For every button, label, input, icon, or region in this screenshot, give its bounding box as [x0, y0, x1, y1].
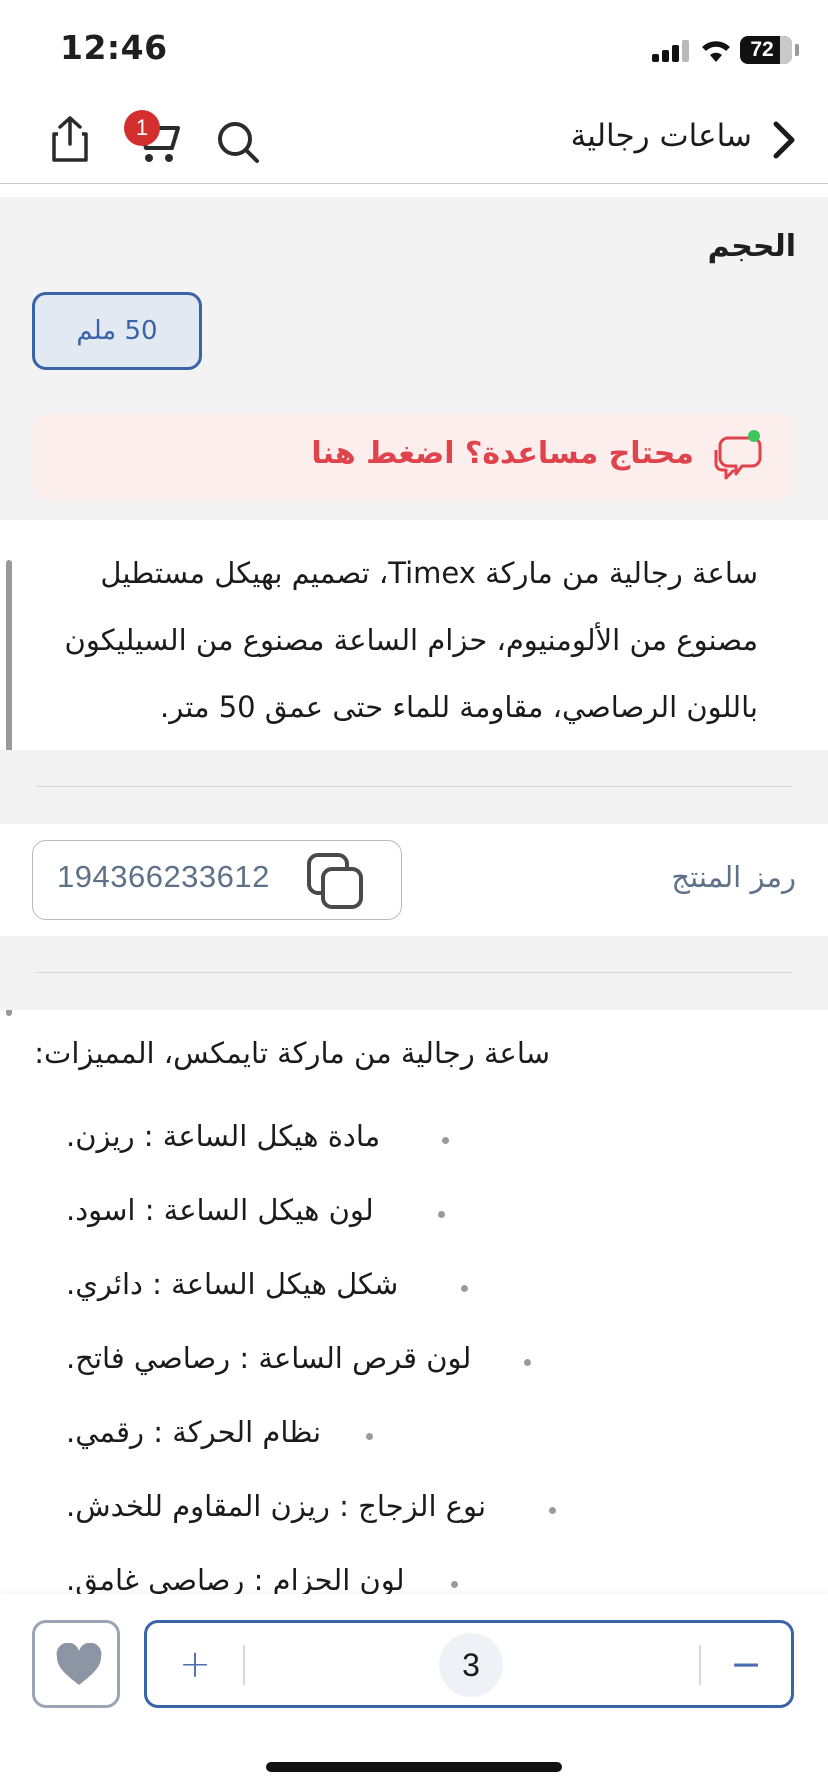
- battery-cap: [795, 44, 799, 56]
- nav-bar: ساعات رجالية 1: [0, 100, 828, 184]
- list-item: شكل هيكل الساعة : دائري.: [0, 1259, 828, 1319]
- favorite-button[interactable]: [32, 1620, 120, 1708]
- quantity-stepper: + 3 −: [144, 1620, 794, 1708]
- feature-text: نظام الحركة : رقمي.: [66, 1415, 322, 1449]
- increase-quantity-button[interactable]: +: [147, 1623, 243, 1705]
- product-code-label: رمز المنتج: [671, 860, 796, 894]
- feature-text: شكل هيكل الساعة : دائري.: [66, 1267, 399, 1301]
- product-code-row: رمز المنتج 194366233612: [0, 824, 828, 936]
- heart-icon: [56, 1643, 102, 1685]
- product-code-box[interactable]: 194366233612: [32, 840, 402, 920]
- divider: [243, 1645, 245, 1685]
- section-separator: [0, 936, 828, 1010]
- bullet-icon: [442, 1137, 449, 1144]
- battery-level: 72: [750, 38, 774, 61]
- help-banner-text: محتاج مساعدة؟ اضغط هنا: [311, 436, 694, 471]
- cart-count-badge: 1: [124, 110, 160, 146]
- product-description: ساعة رجالية من ماركة Timex، تصميم بهيكل …: [28, 540, 758, 741]
- share-icon[interactable]: [50, 114, 90, 164]
- wifi-icon: [702, 41, 730, 62]
- cellular-signal-icon: [652, 40, 692, 62]
- bullet-icon: [461, 1285, 468, 1292]
- quantity-value[interactable]: 3: [439, 1633, 503, 1697]
- help-banner[interactable]: محتاج مساعدة؟ اضغط هنا: [32, 414, 794, 500]
- list-item: نظام الحركة : رقمي.: [0, 1407, 828, 1467]
- search-icon[interactable]: [214, 118, 262, 166]
- home-indicator: [266, 1762, 562, 1772]
- bullet-icon: [438, 1211, 445, 1218]
- size-section: الحجم 50 ملم محتاج مساعدة؟ اضغط هنا: [0, 197, 828, 520]
- status-bar: 12:46 72: [0, 0, 828, 100]
- chat-bubble-icon: [714, 430, 762, 480]
- size-option-selected[interactable]: 50 ملم: [32, 292, 202, 370]
- feature-text: لون الحزام : رصاصي غامق.: [66, 1563, 405, 1597]
- list-item: نوع الزجاج : ريزن المقاوم للخدش.: [0, 1481, 828, 1541]
- decrease-quantity-button[interactable]: −: [701, 1623, 791, 1705]
- bullet-icon: [524, 1359, 531, 1366]
- features-title: ساعة رجالية من ماركة تايمكس، المميزات:: [34, 1036, 550, 1070]
- bullet-icon: [366, 1433, 373, 1440]
- chevron-back-icon[interactable]: [764, 116, 804, 164]
- product-code-value: 194366233612: [57, 859, 270, 894]
- copy-icon[interactable]: [305, 851, 367, 913]
- bullet-icon: [451, 1581, 458, 1588]
- list-item: لون قرص الساعة : رصاصي فاتح.: [0, 1333, 828, 1393]
- page-title: ساعات رجالية: [570, 118, 752, 154]
- description-line: مصنوع من الألومنيوم، حزام الساعة مصنوع م…: [64, 623, 758, 657]
- bullet-icon: [549, 1507, 556, 1514]
- status-time: 12:46: [60, 28, 168, 67]
- size-title: الحجم: [707, 229, 796, 264]
- list-item: لون هيكل الساعة : اسود.: [0, 1185, 828, 1245]
- description-line: ساعة رجالية من ماركة Timex، تصميم بهيكل …: [100, 556, 758, 590]
- battery-icon: 72: [740, 36, 792, 64]
- feature-text: مادة هيكل الساعة : ريزن.: [66, 1119, 381, 1153]
- feature-text: نوع الزجاج : ريزن المقاوم للخدش.: [66, 1489, 487, 1523]
- feature-text: لون قرص الساعة : رصاصي فاتح.: [66, 1341, 472, 1375]
- description-line: باللون الرصاصي، مقاومة للماء حتى عمق 50 …: [160, 690, 758, 724]
- section-separator: [0, 750, 828, 824]
- feature-text: لون هيكل الساعة : اسود.: [66, 1193, 374, 1227]
- list-item: مادة هيكل الساعة : ريزن.: [0, 1111, 828, 1171]
